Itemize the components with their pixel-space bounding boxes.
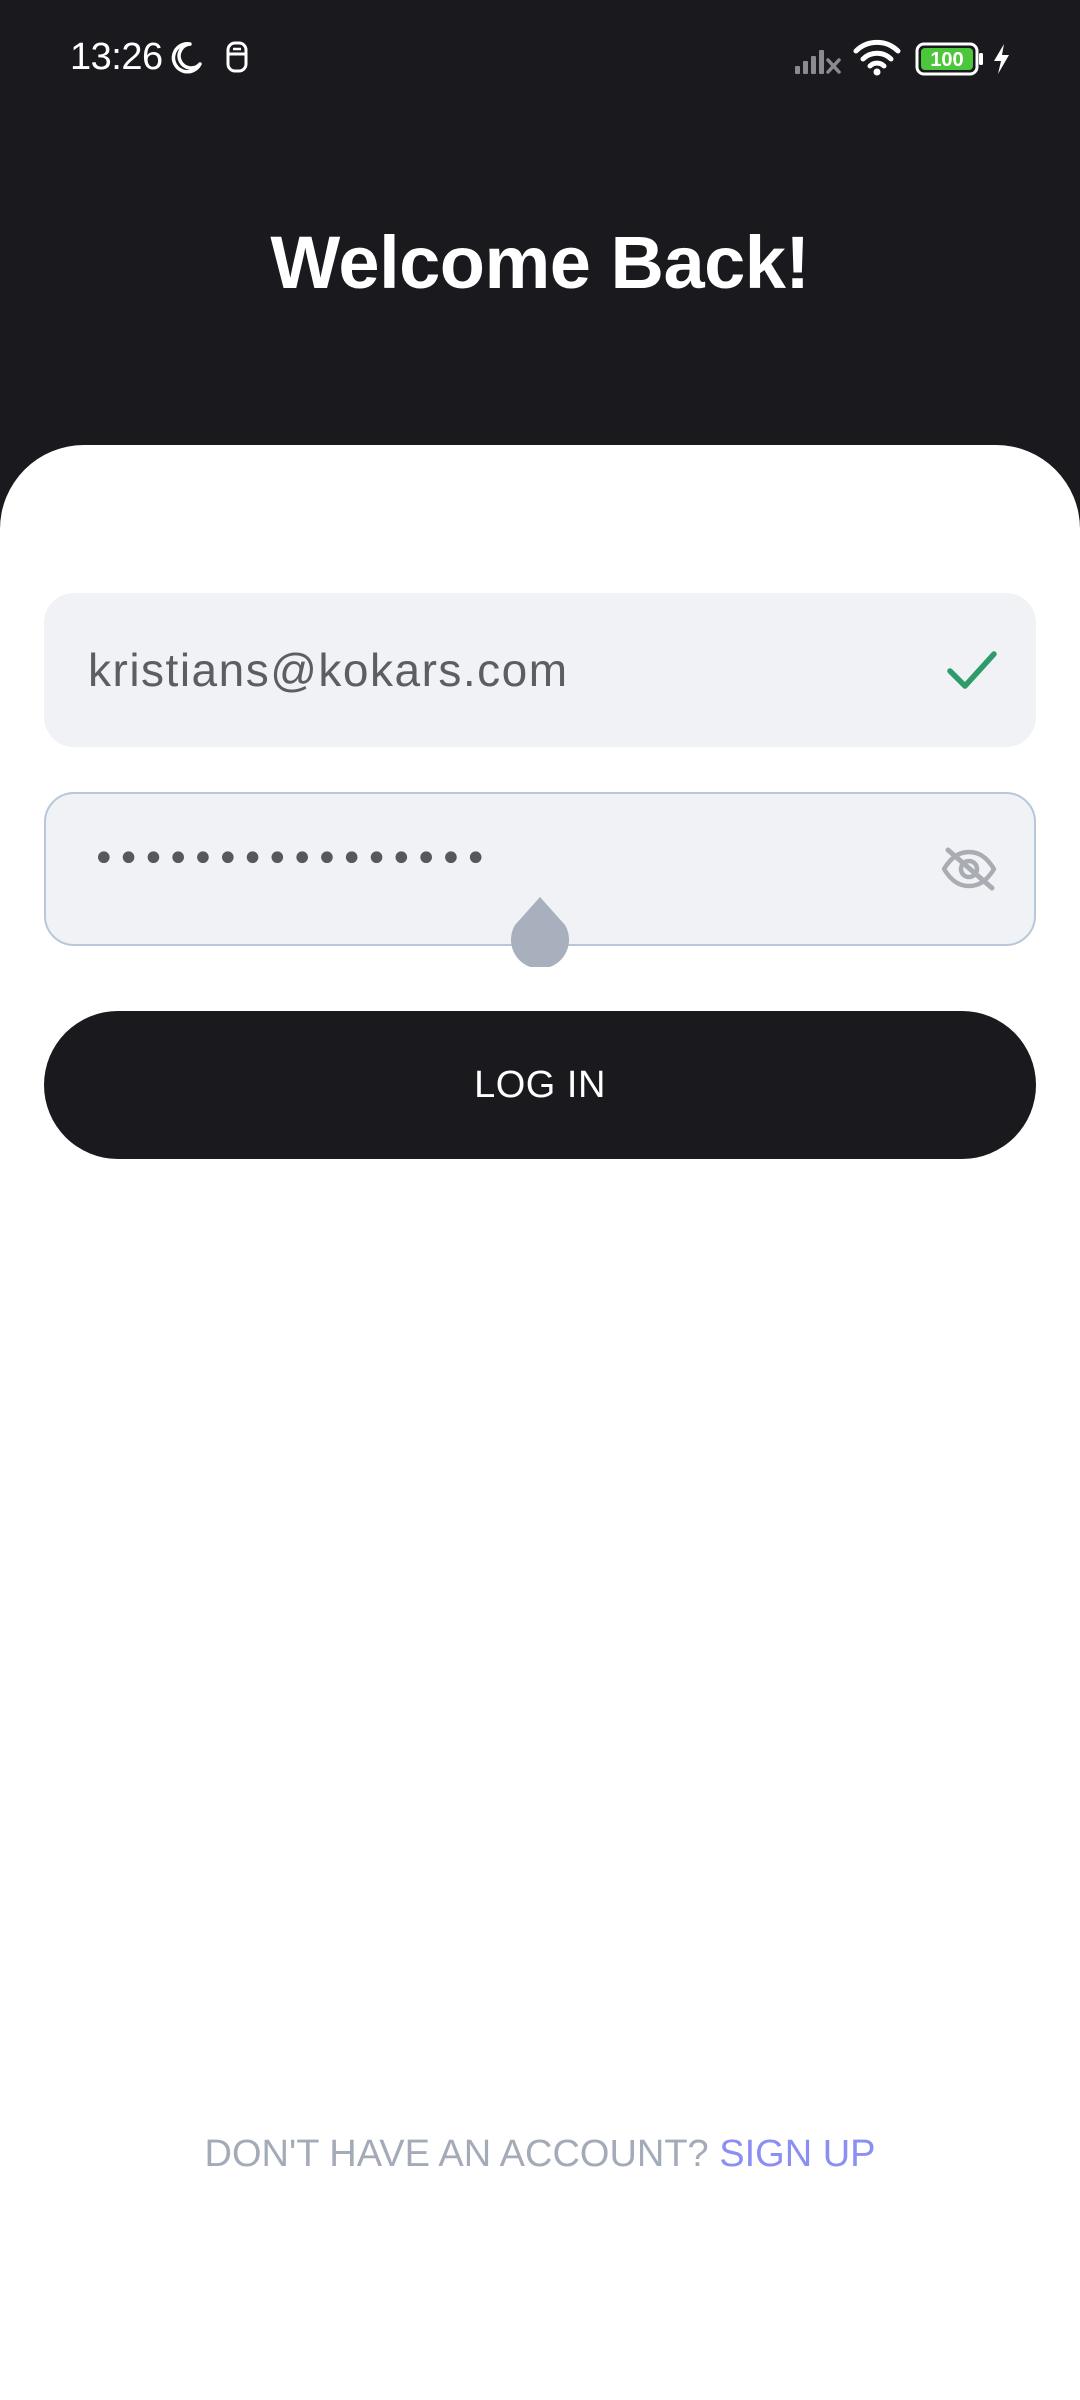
signup-link[interactable]: SIGN UP <box>719 2133 875 2175</box>
email-field[interactable]: kristians@kokars.com <box>44 593 1036 747</box>
signup-prompt: DON'T HAVE AN ACCOUNT? <box>204 2133 709 2175</box>
battery-icon: 100 <box>915 42 983 76</box>
password-value[interactable]: •••••••••••••••• <box>92 836 489 882</box>
text-cursor-handle[interactable] <box>511 897 569 967</box>
status-time: 13:26 <box>70 36 163 78</box>
eye-off-icon[interactable] <box>940 844 998 894</box>
login-screen: 13:26 100 Welcome Back! kristians@kokars… <box>0 0 1080 2400</box>
check-icon <box>947 651 997 689</box>
login-button[interactable]: LOG IN <box>44 1011 1036 1159</box>
moon-icon <box>171 42 202 74</box>
signal-icon <box>795 50 841 74</box>
battery-level: 100 <box>930 49 963 71</box>
signup-row: DON'T HAVE AN ACCOUNT? SIGN UP <box>0 2133 1080 2176</box>
status-bar: 13:26 100 <box>0 0 1080 120</box>
login-form-sheet: kristians@kokars.com •••••••••••••••• LO… <box>0 445 1080 2400</box>
notification-icon <box>226 41 248 73</box>
wifi-icon <box>853 39 901 76</box>
email-value[interactable]: kristians@kokars.com <box>88 643 569 697</box>
page-title: Welcome Back! <box>270 221 810 304</box>
charging-icon <box>994 44 1009 74</box>
